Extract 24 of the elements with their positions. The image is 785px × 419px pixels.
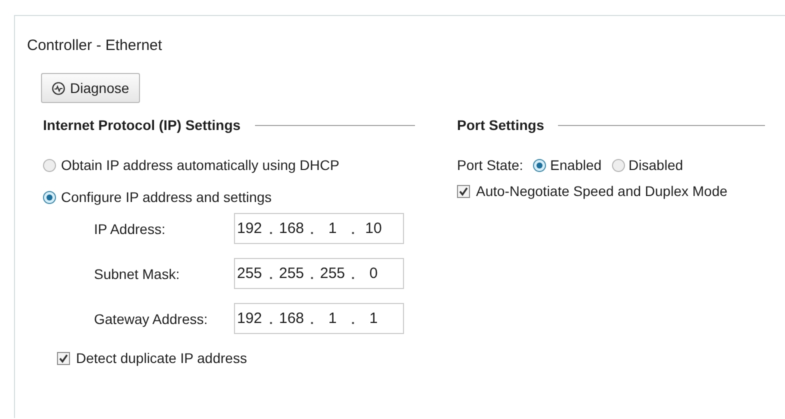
panel-title: Controller - Ethernet — [27, 37, 162, 54]
radio-label: Obtain IP address automatically using DHCP — [61, 157, 340, 173]
checkbox[interactable] — [457, 184, 470, 198]
port-state-label: Port State: — [457, 157, 524, 173]
radio-label: Configure IP address and settings — [61, 189, 272, 205]
radio-button[interactable] — [43, 190, 56, 204]
field-label: Subnet Mask: — [93, 266, 181, 282]
checkbox-label: Auto-Negotiate Speed and Duplex Mode — [476, 183, 728, 199]
radio-button[interactable] — [533, 158, 546, 172]
radio-button[interactable] — [612, 158, 625, 172]
radio-label: Disabled — [628, 157, 684, 173]
section-heading: Internet Protocol (IP) Settings — [43, 117, 241, 133]
ip-address-field[interactable]: 192 168 1 1 — [234, 303, 404, 334]
section-heading: Port Settings — [457, 117, 544, 133]
checkbox-label: Detect duplicate IP address — [76, 350, 247, 366]
ip-address-field[interactable]: 192 168 1 10 — [234, 213, 404, 244]
ip-address-field[interactable]: 255 255 255 0 — [234, 258, 404, 289]
radio-button[interactable] — [43, 158, 56, 172]
pulse-icon — [52, 82, 65, 94]
radio-label: Enabled — [550, 157, 602, 173]
diagnose-button[interactable]: Diagnose — [41, 73, 140, 103]
field-label: IP Address: — [93, 220, 166, 236]
field-label: Gateway Address: — [93, 310, 209, 326]
checkbox[interactable] — [57, 352, 70, 364]
